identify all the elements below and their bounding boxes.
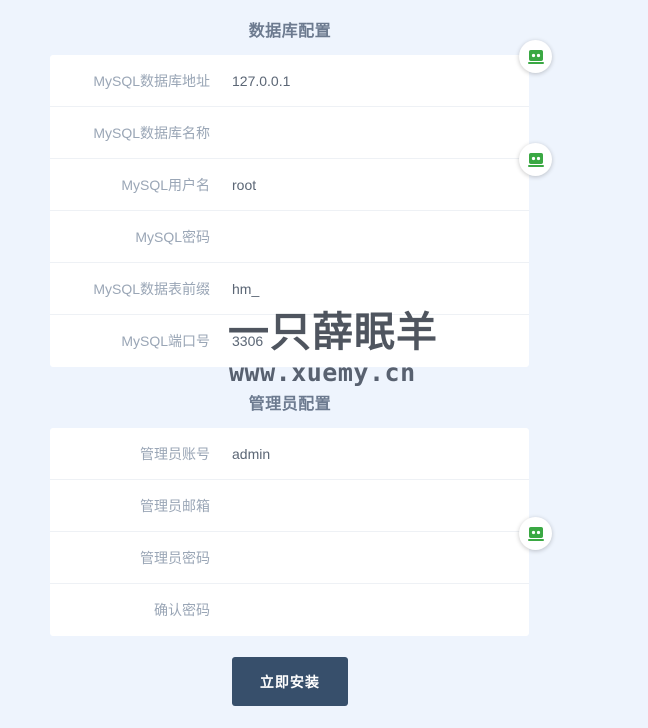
- admin-section-title: 管理员配置: [248, 396, 332, 413]
- db-password-row: MySQL密码: [50, 211, 529, 263]
- db-name-label: MySQL数据库名称: [93, 124, 210, 141]
- password-manager-icon[interactable]: [519, 40, 552, 73]
- db-prefix-input[interactable]: [232, 280, 502, 297]
- db-host-row: MySQL数据库地址: [50, 55, 529, 107]
- db-user-label: MySQL用户名: [121, 176, 210, 193]
- db-name-input[interactable]: [232, 124, 502, 141]
- db-password-label: MySQL密码: [135, 228, 210, 245]
- watermark-url: www.xuemy.cn: [229, 358, 416, 387]
- admin-account-row: 管理员账号: [50, 428, 529, 480]
- db-name-row: MySQL数据库名称: [50, 107, 529, 159]
- admin-account-input[interactable]: [232, 445, 502, 462]
- admin-email-label: 管理员邮箱: [140, 497, 210, 514]
- watermark-text: 一只薛眠羊: [228, 309, 438, 355]
- password-manager-icon[interactable]: [519, 143, 552, 176]
- admin-confirm-password-label: 确认密码: [154, 602, 210, 618]
- admin-confirm-password-row: 确认密码: [50, 584, 529, 636]
- install-button[interactable]: 立即安装: [232, 657, 348, 706]
- admin-confirm-password-input[interactable]: [232, 602, 502, 618]
- admin-password-input[interactable]: [232, 549, 502, 566]
- admin-config-card: 管理员账号 管理员邮箱 管理员密码 确认密码: [50, 428, 529, 636]
- db-prefix-label: MySQL数据表前缀: [93, 280, 210, 297]
- admin-email-input[interactable]: [232, 497, 502, 514]
- admin-email-row: 管理员邮箱: [50, 480, 529, 532]
- admin-account-label: 管理员账号: [140, 445, 210, 462]
- admin-password-label: 管理员密码: [140, 549, 210, 566]
- db-host-input[interactable]: [232, 72, 502, 89]
- password-manager-icon[interactable]: [519, 517, 552, 550]
- db-password-input[interactable]: [232, 228, 502, 245]
- db-port-label: MySQL端口号: [121, 333, 210, 349]
- db-prefix-row: MySQL数据表前缀: [50, 263, 529, 315]
- admin-password-row: 管理员密码: [50, 532, 529, 584]
- db-user-input[interactable]: [232, 176, 502, 193]
- db-host-label: MySQL数据库地址: [93, 72, 210, 89]
- db-section-title: 数据库配置: [248, 23, 332, 40]
- db-user-row: MySQL用户名: [50, 159, 529, 211]
